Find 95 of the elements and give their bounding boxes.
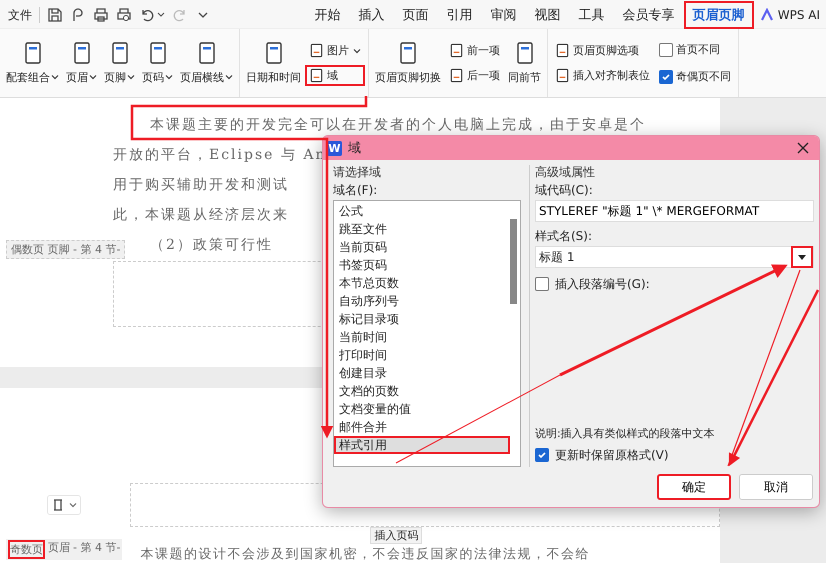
- insert-numbering-checkbox[interactable]: 插入段落编号(G):: [535, 276, 814, 292]
- save-icon[interactable]: [47, 7, 63, 23]
- ribbon-tab[interactable]: 引用: [438, 1, 482, 29]
- ribbon-button[interactable]: 图片: [305, 40, 365, 61]
- ribbon-button[interactable]: 页眉页脚切换: [372, 38, 444, 88]
- page-icon: [398, 42, 418, 64]
- file-menu[interactable]: 文件: [8, 6, 32, 24]
- field-list-item[interactable]: 标记目录项: [334, 310, 510, 328]
- field-label: 域名(F):: [333, 183, 378, 198]
- cancel-button[interactable]: 取消: [739, 474, 813, 500]
- ribbon-tab[interactable]: 页面: [394, 1, 438, 29]
- ok-button[interactable]: 确定: [657, 474, 731, 500]
- field-list-item[interactable]: 样式引用: [334, 436, 510, 454]
- caret-icon[interactable]: [157, 11, 165, 19]
- ribbon-button[interactable]: 域: [305, 65, 365, 86]
- ribbon-button[interactable]: 页眉: [63, 38, 100, 88]
- close-icon[interactable]: [797, 142, 809, 154]
- page-icon: [309, 43, 324, 58]
- page-icon: [449, 43, 464, 58]
- page-icon: [196, 42, 216, 64]
- ai-logo-icon: [760, 8, 774, 22]
- field-list-item[interactable]: 当前时间: [334, 328, 510, 346]
- caret-icon: [165, 73, 173, 81]
- ribbon-tab[interactable]: 视图: [526, 1, 570, 29]
- document-text: 本课题的设计不会涉及到国家机密，不会违反国家的法律法规，不会给: [140, 546, 590, 563]
- header-label: 页眉: [48, 540, 70, 556]
- ribbon-button[interactable]: 插入对齐制表位: [551, 65, 654, 86]
- ai-button[interactable]: WPS AI: [754, 8, 826, 22]
- frame-icon: [51, 498, 65, 512]
- ribbon-tab[interactable]: 插入: [350, 1, 394, 29]
- caret-icon: [69, 501, 77, 509]
- print-icon[interactable]: [93, 7, 109, 23]
- field-list-item[interactable]: 文档变量的值: [334, 400, 510, 418]
- caret-icon: [225, 73, 233, 81]
- ribbon-button[interactable]: 同前节: [505, 38, 544, 88]
- ribbon-button[interactable]: 日期和时间: [243, 38, 304, 88]
- page-icon: [264, 42, 284, 64]
- field-code-input[interactable]: STYLEREF "标题 1" \* MERGEFORMAT: [535, 200, 814, 222]
- page-icon: [110, 42, 130, 64]
- ribbon-tab[interactable]: 开始: [306, 1, 350, 29]
- document-text: （2）政策可行性: [150, 236, 274, 255]
- page-icon: [449, 68, 464, 83]
- dialog-title: 域: [348, 140, 361, 157]
- page-icon: [22, 42, 42, 64]
- footer-label: 偶数页 页脚 - 第 4 节-: [6, 240, 126, 259]
- caret-icon: [127, 73, 135, 81]
- ribbon-button[interactable]: 页脚: [101, 38, 138, 88]
- ribbon-button[interactable]: 后一项: [445, 65, 504, 86]
- insert-page-number-button[interactable]: 插入页码: [370, 527, 422, 544]
- field-list-item[interactable]: 邮件合并: [334, 418, 510, 436]
- document-text: 用于购买辅助开发和测试: [113, 176, 290, 195]
- ribbon-tab[interactable]: 审阅: [482, 1, 526, 29]
- ribbon-button[interactable]: 前一项: [445, 40, 504, 61]
- field-list-item[interactable]: 自动序列号: [334, 292, 510, 310]
- group-heading: 高级域属性: [535, 165, 596, 180]
- ribbon-button[interactable]: 页眉横线: [177, 38, 236, 88]
- caret-icon: [353, 46, 361, 54]
- field-label: 样式名(S):: [535, 229, 594, 244]
- field-list-item[interactable]: 书签页码: [334, 256, 510, 274]
- description-text: 说明:插入具有类似样式的段落中文本: [535, 426, 716, 441]
- style-name-dropdown[interactable]: 标题 1: [535, 246, 814, 268]
- document-text: 本课题主要的开发完全可以在开发者的个人电脑上完成，由于安卓是个: [150, 116, 647, 135]
- group-heading: 请选择域: [333, 165, 382, 180]
- page-icon: [555, 68, 570, 83]
- field-list-item[interactable]: 公式: [334, 202, 510, 220]
- ribbon-checkbox[interactable]: 首页不同: [655, 38, 735, 61]
- print-preview-icon[interactable]: [116, 7, 132, 23]
- page-icon: [514, 42, 534, 64]
- ribbon-checkbox[interactable]: 奇偶页不同: [655, 65, 735, 88]
- field-list-item[interactable]: 本节总页数: [334, 274, 510, 292]
- checkmark-icon: [537, 450, 547, 460]
- ribbon-tab[interactable]: 工具: [570, 1, 614, 29]
- ribbon-button[interactable]: 页码: [139, 38, 176, 88]
- page-icon: [555, 43, 570, 58]
- field-list-item[interactable]: 当前页码: [334, 238, 510, 256]
- caret-icon: [51, 73, 59, 81]
- page-icon: [309, 68, 324, 83]
- page-icon: [72, 42, 92, 64]
- field-list-item[interactable]: 文档的页数: [334, 382, 510, 400]
- page-icon: [148, 42, 168, 64]
- field-list-item[interactable]: 打印时间: [334, 346, 510, 364]
- ribbon-button[interactable]: 页眉页脚选项: [551, 40, 654, 61]
- ribbon-tab[interactable]: 会员专享: [614, 1, 684, 29]
- checkmark-icon: [661, 72, 671, 82]
- keep-format-checkbox[interactable]: 更新时保留原格式(V): [535, 447, 814, 463]
- document-text: 此，本课题从经济层次来: [113, 206, 290, 225]
- caret-icon: [89, 73, 97, 81]
- header-options-button[interactable]: [47, 495, 81, 515]
- section-label: - 第 4 节-: [73, 540, 120, 556]
- field-list-item[interactable]: 创建目录: [334, 364, 510, 382]
- scrollbar-thumb[interactable]: [510, 219, 517, 304]
- ribbon-tab[interactable]: 页眉页脚: [684, 1, 754, 29]
- ribbon-button[interactable]: 配套组合: [3, 38, 62, 88]
- field-list-item[interactable]: 跳至文件: [334, 220, 510, 238]
- field-label: 域代码(C):: [535, 183, 594, 198]
